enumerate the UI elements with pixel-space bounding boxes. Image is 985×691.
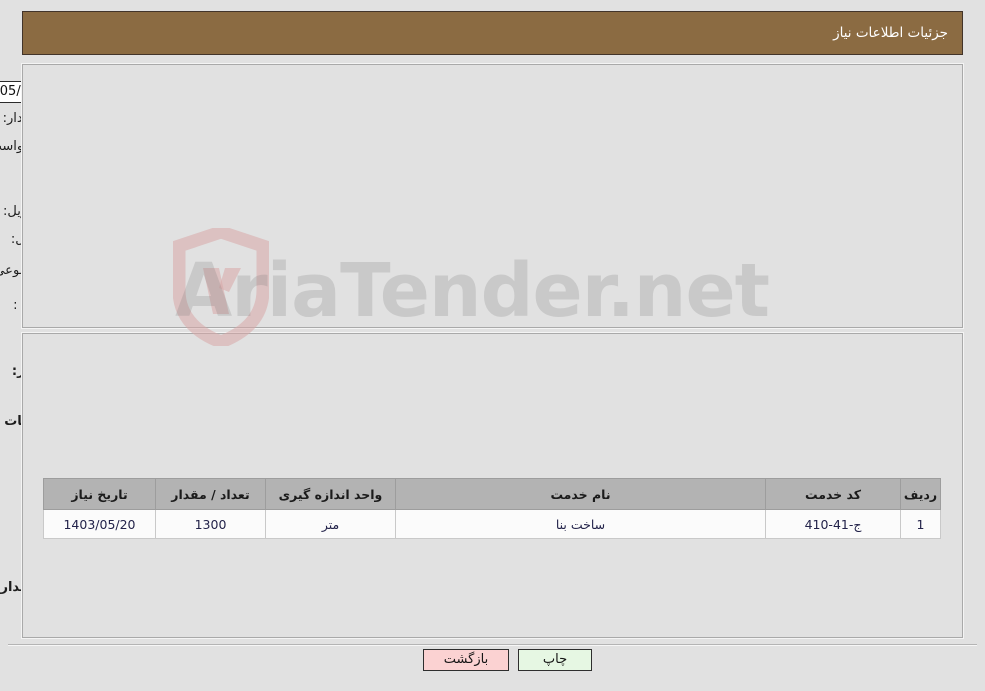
- cell-row-number: 1: [900, 509, 941, 539]
- cell-service-name: ساخت بنا: [395, 509, 766, 539]
- column-header-service-name: نام خدمت: [395, 478, 766, 510]
- cell-service-code: ج-41-410: [765, 509, 901, 539]
- cell-quantity: 1300: [155, 509, 266, 539]
- need-info-panel: [21, 63, 964, 329]
- column-header-row-number: ردیف: [900, 478, 941, 510]
- cell-unit: متر: [265, 509, 396, 539]
- column-header-need-date: تاریخ نیاز: [43, 478, 156, 510]
- column-header-unit: واحد اندازه گیری: [265, 478, 396, 510]
- back-button[interactable]: بازگشت: [423, 649, 509, 671]
- cell-need-date: 1403/05/20: [43, 509, 156, 539]
- page-title: جزئیات اطلاعات نیاز: [833, 25, 948, 41]
- table-row: 1 ج-41-410 ساخت بنا متر 1300 1403/05/20: [43, 509, 941, 539]
- footer-divider: [8, 644, 977, 646]
- services-table: ردیف کد خدمت نام خدمت واحد اندازه گیری ت…: [43, 478, 941, 539]
- column-header-service-code: کد خدمت: [765, 478, 901, 510]
- table-header-row: ردیف کد خدمت نام خدمت واحد اندازه گیری ت…: [43, 478, 941, 510]
- print-button[interactable]: چاپ: [518, 649, 592, 671]
- window-header: جزئیات اطلاعات نیاز: [22, 11, 963, 55]
- column-header-quantity: تعداد / مقدار: [155, 478, 266, 510]
